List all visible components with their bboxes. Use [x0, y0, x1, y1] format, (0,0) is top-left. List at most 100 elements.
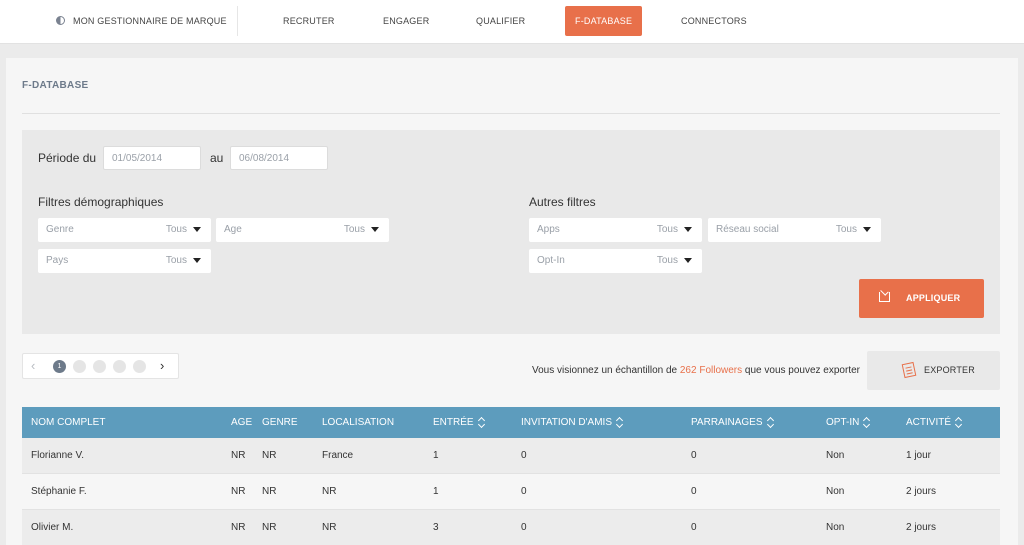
sort-icon [617, 418, 623, 426]
period-label: Période du [38, 151, 97, 165]
caret-down-icon [684, 227, 692, 232]
nav-item-engager[interactable]: ENGAGER [383, 0, 429, 44]
sort-icon [479, 418, 485, 426]
page-dot[interactable] [93, 360, 106, 373]
col-header-invitation-label: INVITATION D'AMIS [521, 417, 612, 428]
social-network-select-label: Réseau social [716, 224, 779, 235]
export-button[interactable]: EXPORTER [867, 351, 1000, 390]
date-to-input[interactable] [230, 146, 328, 170]
cell-invitation: 0 [521, 450, 527, 461]
nav-item-qualifier[interactable]: QUALIFIER [476, 0, 525, 44]
apps-select-label: Apps [537, 224, 560, 235]
cell-localisation: France [322, 450, 354, 461]
col-header-activite[interactable]: ACTIVITÉ [906, 417, 962, 428]
genre-select[interactable]: Genre Tous [38, 218, 211, 242]
cell-parrainages: 0 [691, 522, 697, 533]
cell-activite: 1 jour [906, 450, 932, 461]
demographic-filters-title: Filtres démographiques [38, 195, 164, 209]
cell-localisation: NR [322, 486, 337, 497]
col-header-parrainages-label: PARRAINAGES [691, 417, 763, 428]
date-from-input[interactable] [103, 146, 201, 170]
followers-count: 262 Followers [679, 365, 743, 376]
table-row[interactable]: Florianne V. NR NR France 1 0 0 Non 1 jo… [22, 438, 1000, 474]
caret-down-icon [193, 258, 201, 263]
sample-summary: Vous visionnez un échantillon de 262 Fol… [532, 365, 860, 376]
brand-half-circle-icon [56, 16, 65, 25]
col-header-entree-label: ENTRÉE [433, 417, 474, 428]
cell-nom: Florianne V. [31, 450, 84, 461]
pays-select-value: Tous [165, 255, 187, 266]
page-1-dot[interactable]: 1 [53, 360, 66, 373]
sort-icon [864, 418, 870, 426]
page-dot[interactable] [73, 360, 86, 373]
main-panel: F-DATABASE Période du au Filtres démogra… [6, 58, 1018, 545]
sample-suffix: que vous pouvez exporter [742, 365, 860, 376]
cell-parrainages: 0 [691, 486, 697, 497]
social-network-select[interactable]: Réseau social Tous [708, 218, 881, 242]
age-select-label: Age [224, 224, 242, 235]
export-button-label: EXPORTER [924, 365, 975, 375]
cell-age: NR [231, 486, 246, 497]
nav-item-f-database[interactable]: F-DATABASE [565, 6, 643, 36]
top-navigation: MON GESTIONNAIRE DE MARQUE RECRUTER ENGA… [0, 0, 1024, 44]
caret-down-icon [371, 227, 379, 232]
col-header-entree[interactable]: ENTRÉE [433, 417, 485, 428]
caret-down-icon [684, 258, 692, 263]
page-dot[interactable] [113, 360, 126, 373]
cell-opt-in: Non [826, 522, 845, 533]
page-title: F-DATABASE [22, 80, 89, 91]
caret-down-icon [193, 227, 201, 232]
prev-page-chevron-icon[interactable]: ‹ [31, 358, 35, 374]
filters-box: Période du au Filtres démographiques Aut… [22, 130, 1000, 334]
nav-brand[interactable]: MON GESTIONNAIRE DE MARQUE [56, 0, 227, 44]
cell-opt-in: Non [826, 486, 845, 497]
cell-invitation: 0 [521, 522, 527, 533]
cell-activite: 2 jours [906, 486, 937, 497]
cell-invitation: 0 [521, 486, 527, 497]
apply-button-label: APPLIQUER [906, 293, 961, 303]
sample-prefix: Vous visionnez un échantillon de [531, 365, 680, 376]
caret-down-icon [863, 227, 871, 232]
cell-parrainages: 0 [691, 450, 697, 461]
col-header-localisation: LOCALISATION [322, 417, 395, 428]
table-row[interactable]: Olivier M. NR NR NR 3 0 0 Non 2 jours [22, 510, 1000, 545]
nav-item-connectors[interactable]: CONNECTORS [681, 0, 747, 44]
apps-select[interactable]: Apps Tous [529, 218, 702, 242]
nav-item-recruter[interactable]: RECRUTER [283, 0, 335, 44]
pays-select[interactable]: Pays Tous [38, 249, 211, 273]
followers-table: NOM COMPLET AGE GENRE LOCALISATION ENTRÉ… [22, 407, 1000, 545]
cell-opt-in: Non [826, 450, 845, 461]
pagination: ‹ 1 › [22, 353, 179, 379]
table-row[interactable]: Stéphanie F. NR NR NR 1 0 0 Non 2 jours [22, 474, 1000, 510]
col-header-invitation[interactable]: INVITATION D'AMIS [521, 417, 623, 428]
page-dot[interactable] [133, 360, 146, 373]
opt-in-select[interactable]: Opt-In Tous [529, 249, 702, 273]
col-header-age: AGE [231, 417, 253, 428]
nav-brand-label: MON GESTIONNAIRE DE MARQUE [73, 16, 227, 26]
col-header-genre: GENRE [262, 417, 298, 428]
sort-icon [956, 418, 962, 426]
cell-genre: NR [262, 486, 277, 497]
apply-button[interactable]: APPLIQUER [859, 279, 984, 318]
cell-genre: NR [262, 522, 277, 533]
next-page-chevron-icon[interactable]: › [160, 358, 164, 374]
cell-age: NR [231, 522, 246, 533]
other-filters-title: Autres filtres [529, 195, 596, 209]
sort-icon [768, 418, 774, 426]
cell-entree: 1 [433, 450, 439, 461]
download-tray-icon [879, 292, 890, 302]
age-select-value: Tous [343, 224, 365, 235]
opt-in-select-value: Tous [656, 255, 678, 266]
genre-select-value: Tous [165, 224, 187, 235]
col-header-opt-in[interactable]: OPT-IN [826, 417, 870, 428]
cell-localisation: NR [322, 522, 337, 533]
period-to-label: au [210, 151, 224, 165]
opt-in-select-label: Opt-In [537, 255, 565, 266]
col-header-parrainages[interactable]: PARRAINAGES [691, 417, 774, 428]
age-select[interactable]: Age Tous [216, 218, 389, 242]
cell-entree: 3 [433, 522, 439, 533]
genre-select-label: Genre [46, 224, 74, 235]
cell-nom: Stéphanie F. [31, 486, 87, 497]
apps-select-value: Tous [656, 224, 678, 235]
col-header-opt-in-label: OPT-IN [826, 417, 860, 428]
